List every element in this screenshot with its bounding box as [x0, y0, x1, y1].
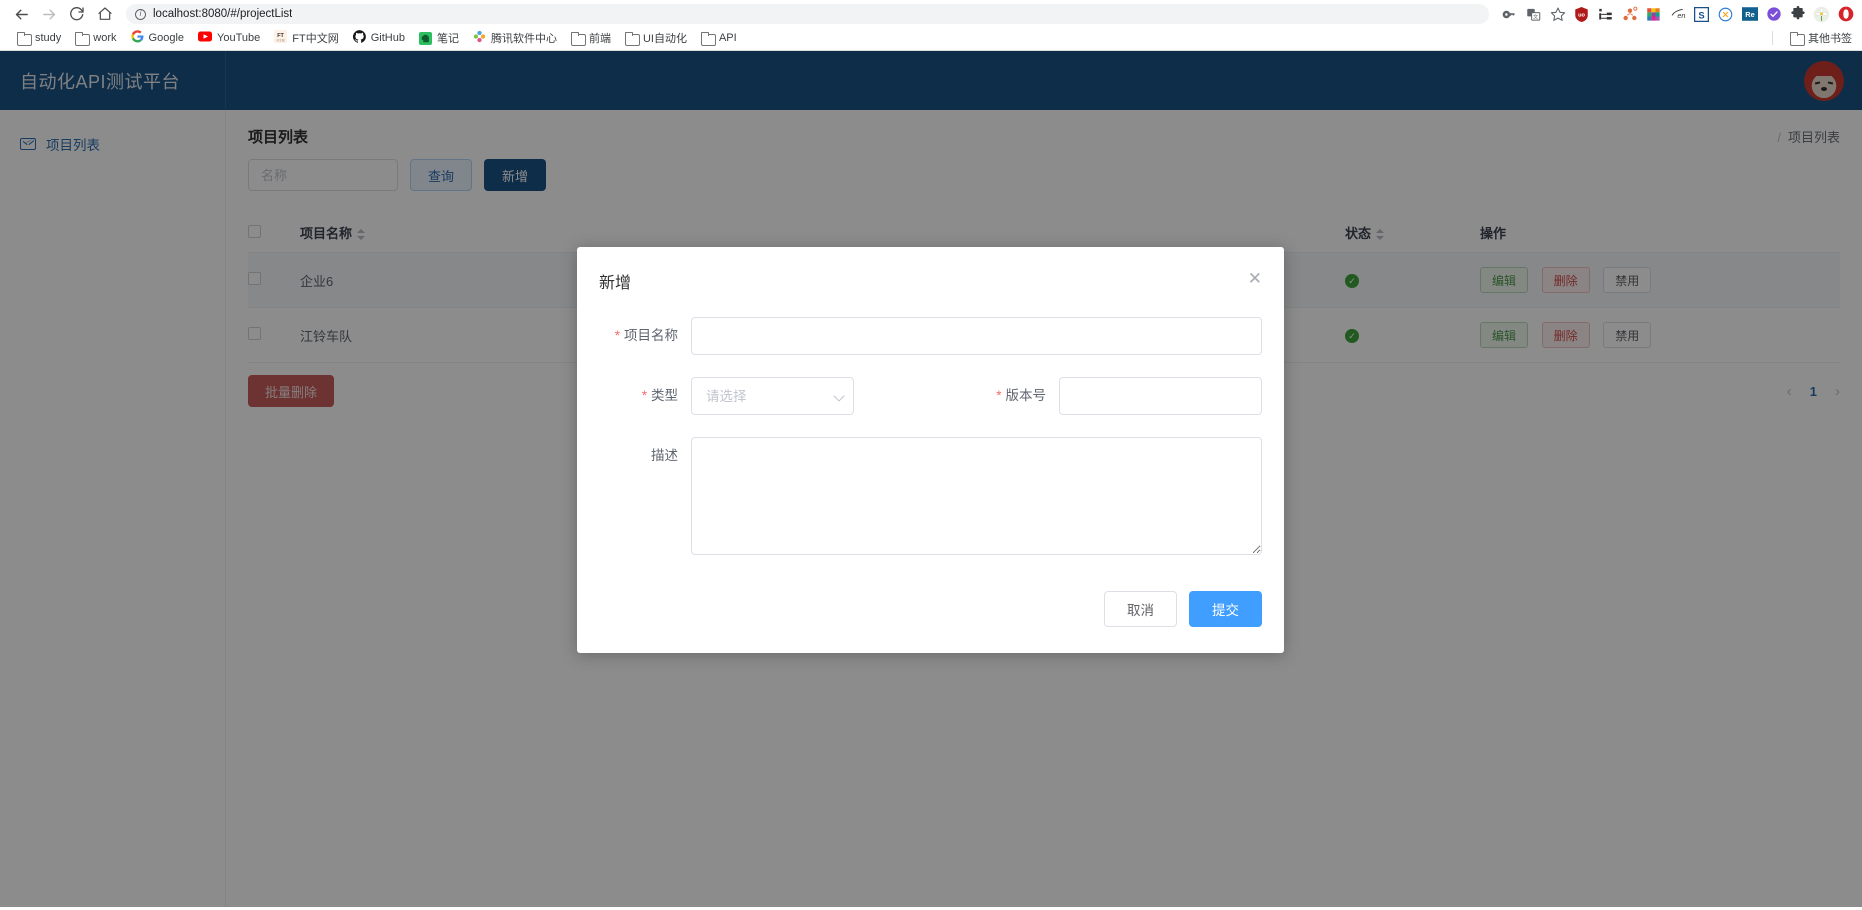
bookmark-ft[interactable]: FT 中文网 FT中文网	[267, 28, 345, 48]
field-row-type-version: *类型 *版本号	[599, 377, 1262, 415]
other-bookmarks-area: 其他书签	[1772, 28, 1852, 48]
description-label: 描述	[651, 448, 678, 463]
address-bar[interactable]: localhost:8080/#/projectList	[126, 4, 1489, 24]
bookmark-api[interactable]: API	[694, 30, 744, 46]
browser-toolbar: localhost:8080/#/projectList 文 uo	[0, 0, 1862, 28]
s-icon[interactable]: S	[1693, 6, 1710, 23]
bookmark-label: Google	[148, 32, 185, 44]
svg-text:中文网: 中文网	[277, 38, 285, 42]
bookmark-label: study	[35, 32, 62, 44]
submit-button[interactable]: 提交	[1189, 591, 1262, 627]
folder-icon	[17, 31, 32, 46]
description-textarea[interactable]	[691, 437, 1262, 555]
cancel-button[interactable]: 取消	[1104, 591, 1177, 627]
type-label: * 类型	[641, 388, 678, 403]
ft-icon: FT 中文网	[274, 30, 288, 46]
site-info-icon[interactable]	[135, 8, 146, 20]
forward-arrow-icon[interactable]	[36, 1, 62, 27]
bookmark-study[interactable]: study	[10, 30, 68, 46]
dialog-body: *项目名称 *类型 *版本号 描述	[577, 293, 1284, 581]
en-icon[interactable]: en	[1669, 6, 1686, 23]
bookmark-label: GitHub	[370, 32, 405, 44]
bookmark-ui-automation[interactable]: UI自动化	[618, 28, 694, 48]
close-icon[interactable]: ✕	[1248, 270, 1262, 287]
bookmark-notes[interactable]: 笔记	[412, 28, 466, 48]
svg-text:S: S	[1698, 10, 1704, 20]
svg-text:FT: FT	[277, 33, 284, 39]
dialog-header: 新增 ✕	[577, 247, 1284, 293]
palette-icon[interactable]	[1645, 6, 1662, 23]
url-text: localhost:8080/#/projectList	[153, 8, 293, 20]
svg-text:Re: Re	[1745, 10, 1754, 19]
dialog-title: 新增	[599, 275, 632, 292]
bookmark-label: API	[718, 32, 737, 44]
bookmark-work[interactable]: work	[68, 30, 123, 46]
folder-icon	[1790, 31, 1805, 46]
home-icon[interactable]	[92, 1, 118, 27]
tencent-icon	[473, 30, 486, 46]
other-bookmarks-label: 其他书签	[1808, 33, 1852, 45]
flower-icon[interactable]	[1813, 6, 1830, 23]
youtube-icon	[198, 31, 213, 45]
folder-icon	[700, 31, 716, 46]
google-icon	[130, 30, 144, 46]
bookmark-google[interactable]: Google	[124, 28, 191, 48]
back-arrow-icon[interactable]	[8, 1, 34, 27]
bookmark-label: 笔记	[436, 33, 459, 45]
web-page: 自动化API测试平台 项目列表 项目列表 / 项目列表 名称 查询 新增 项目名…	[0, 51, 1862, 907]
folder-icon	[624, 31, 640, 46]
bookmark-label: work	[93, 32, 117, 44]
bookmarks-divider	[1772, 31, 1773, 45]
required-asterisk: *	[641, 388, 647, 403]
type-select[interactable]	[691, 377, 854, 415]
sitemap-icon[interactable]	[1621, 6, 1638, 23]
bookmark-frontend[interactable]: 前端	[564, 28, 618, 48]
github-icon	[352, 30, 366, 46]
type-select-wrap	[691, 377, 854, 415]
bookmark-label: FT中文网	[292, 33, 339, 45]
bookmark-label: 前端	[588, 33, 611, 45]
browser-chrome: localhost:8080/#/projectList 文 uo	[0, 0, 1862, 51]
puzzle-icon[interactable]	[1789, 6, 1806, 23]
project-name-input[interactable]	[691, 317, 1262, 355]
star-icon[interactable]	[1549, 6, 1566, 23]
tree-icon[interactable]	[1597, 6, 1614, 23]
version-label: * 版本号	[996, 388, 1046, 403]
folder-icon	[75, 31, 91, 46]
bookmark-github[interactable]: GitHub	[346, 28, 412, 48]
translate-icon[interactable]: 文	[1525, 6, 1542, 23]
bookmark-label: 腾讯软件中心	[490, 33, 557, 45]
field-row-project-name: * 项目名称	[599, 317, 1262, 355]
project-name-label: * 项目名称	[614, 328, 678, 343]
bookmark-youtube[interactable]: YouTube	[191, 29, 267, 47]
bookmark-label: UI自动化	[642, 33, 687, 45]
re-icon[interactable]: Re	[1741, 6, 1758, 23]
field-row-description: 描述	[599, 437, 1262, 555]
reload-icon[interactable]	[64, 1, 90, 27]
bookmark-tencent-software[interactable]: 腾讯软件中心	[466, 28, 564, 48]
svg-text:文: 文	[1533, 13, 1538, 20]
required-asterisk: *	[996, 388, 1002, 403]
evernote-icon	[418, 31, 432, 45]
folder-icon	[570, 31, 586, 46]
other-bookmarks-button[interactable]: 其他书签	[1783, 28, 1852, 48]
compass-icon[interactable]	[1717, 6, 1734, 23]
check-badge-icon[interactable]	[1765, 6, 1782, 23]
ublock-icon[interactable]: uo	[1573, 6, 1590, 23]
bookmark-label: YouTube	[217, 32, 261, 44]
key-icon[interactable]	[1501, 6, 1518, 23]
opera-icon[interactable]	[1837, 6, 1854, 23]
add-project-dialog: 新增 ✕ *项目名称 *类型 *版本号 描述	[577, 247, 1284, 653]
toolbar-extension-icons: 文 uo en S Re	[1497, 6, 1854, 23]
dialog-footer: 取消 提交	[577, 581, 1284, 653]
bookmarks-bar: study work Google YouTube FT 中文网 FT中文网 G…	[0, 28, 1862, 50]
svg-text:uo: uo	[1578, 12, 1585, 18]
svg-text:en: en	[1677, 11, 1685, 20]
version-input[interactable]	[1059, 377, 1262, 415]
required-asterisk: *	[614, 328, 620, 343]
